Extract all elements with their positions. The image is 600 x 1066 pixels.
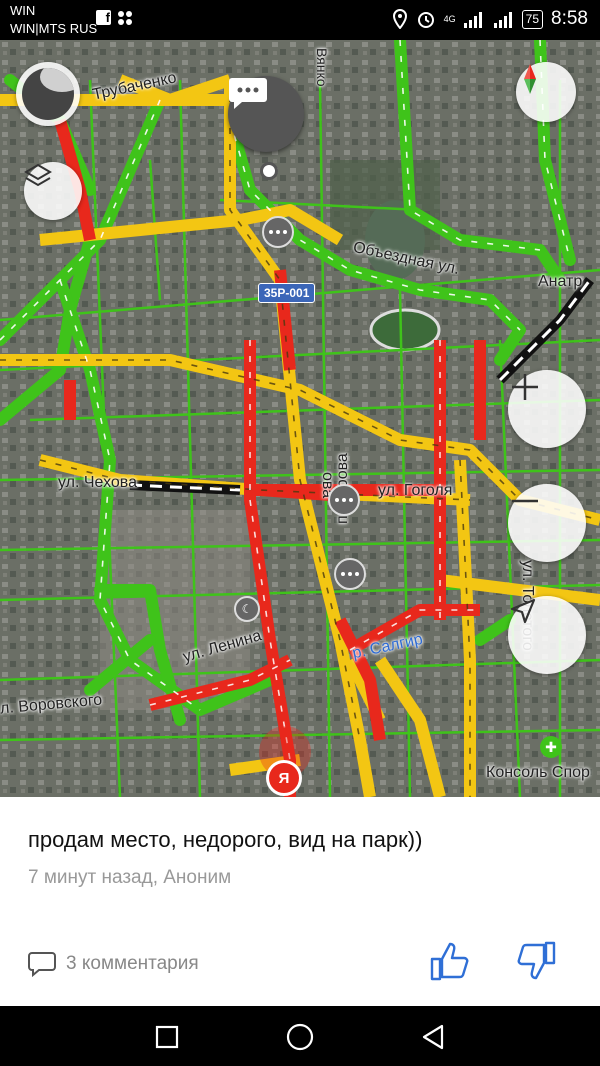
post-card: продам место, недорого, вид на парк)) 7 … [0, 797, 600, 1006]
navigation-arrow-icon [510, 598, 536, 624]
compass-button[interactable] [516, 62, 576, 122]
road-number-badge: 35Р-001 [258, 283, 316, 303]
chat-marker[interactable] [334, 558, 366, 590]
avatar [22, 68, 74, 120]
signal-icon [463, 12, 482, 28]
street-label-chekhova: ул. Чехова [58, 474, 138, 491]
home-button[interactable] [283, 1020, 317, 1054]
zoom-out-button[interactable] [508, 484, 586, 562]
street-label-vyazk: Вянко [314, 48, 330, 87]
bus-stop-icon[interactable]: ✚ [540, 736, 562, 758]
layers-button[interactable] [24, 162, 82, 220]
street-label-gogolya: ул. Гоголя [378, 482, 453, 499]
battery-level: 75 [521, 9, 544, 29]
layers-icon [24, 163, 52, 187]
alarm-icon [417, 12, 434, 28]
post-meta: 7 минут назад, Аноним [28, 867, 232, 888]
system-nav-bar [0, 1006, 600, 1066]
user-avatar-button[interactable] [16, 62, 80, 126]
minus-icon [512, 499, 538, 503]
chat-marker[interactable] [262, 216, 294, 248]
clock: 8:58 [551, 8, 588, 29]
chat-bubble-icon [335, 498, 353, 502]
triangle-back-icon [422, 1024, 444, 1050]
facebook-icon: f [96, 10, 111, 25]
selected-chat-marker[interactable] [228, 76, 304, 152]
selected-marker-pin [260, 162, 278, 180]
chat-marker[interactable] [328, 484, 360, 516]
carrier-label-secondary: WIN|MTS RUS [10, 21, 98, 36]
zoom-in-button[interactable] [508, 370, 586, 448]
thumbs-down-icon [517, 941, 556, 980]
comments-button[interactable]: 3 комментария [28, 951, 199, 977]
street-label-anatra: Анатр [538, 273, 583, 290]
my-location-button[interactable] [508, 596, 586, 674]
recents-button[interactable] [150, 1020, 184, 1054]
traffic-map[interactable]: Трубаченко Объездная ул. ул. Чехова ул. … [0, 40, 600, 797]
crescent-icon: ☾ [241, 602, 253, 616]
comment-icon [28, 952, 56, 977]
location-icon [392, 9, 407, 29]
comments-count-label: 3 комментария [66, 953, 199, 974]
status-bar: WIN WIN|MTS RUS f 4G 75 8:58 [0, 0, 600, 40]
carrier-label: WIN [10, 3, 36, 18]
network-type: 4G [443, 14, 456, 24]
like-button[interactable] [428, 939, 472, 983]
back-button[interactable] [416, 1020, 450, 1054]
poi-label-konsol: Консоль Спор [486, 764, 590, 781]
post-text: продам место, недорого, вид на парк)) [28, 827, 423, 852]
circle-icon [286, 1023, 314, 1051]
signal-icon-secondary [493, 12, 512, 28]
app-grid-icon [118, 11, 132, 25]
square-icon [155, 1025, 179, 1049]
chat-bubble-icon [229, 78, 267, 109]
compass-icon [524, 64, 536, 94]
chat-bubble-icon [341, 572, 359, 576]
plus-icon [512, 374, 538, 400]
user-location-marker[interactable]: Я [266, 760, 302, 796]
thumbs-up-icon [430, 942, 469, 981]
chat-bubble-icon [269, 230, 287, 234]
dislike-button[interactable] [514, 939, 558, 983]
mosque-marker[interactable]: ☾ [234, 596, 260, 622]
